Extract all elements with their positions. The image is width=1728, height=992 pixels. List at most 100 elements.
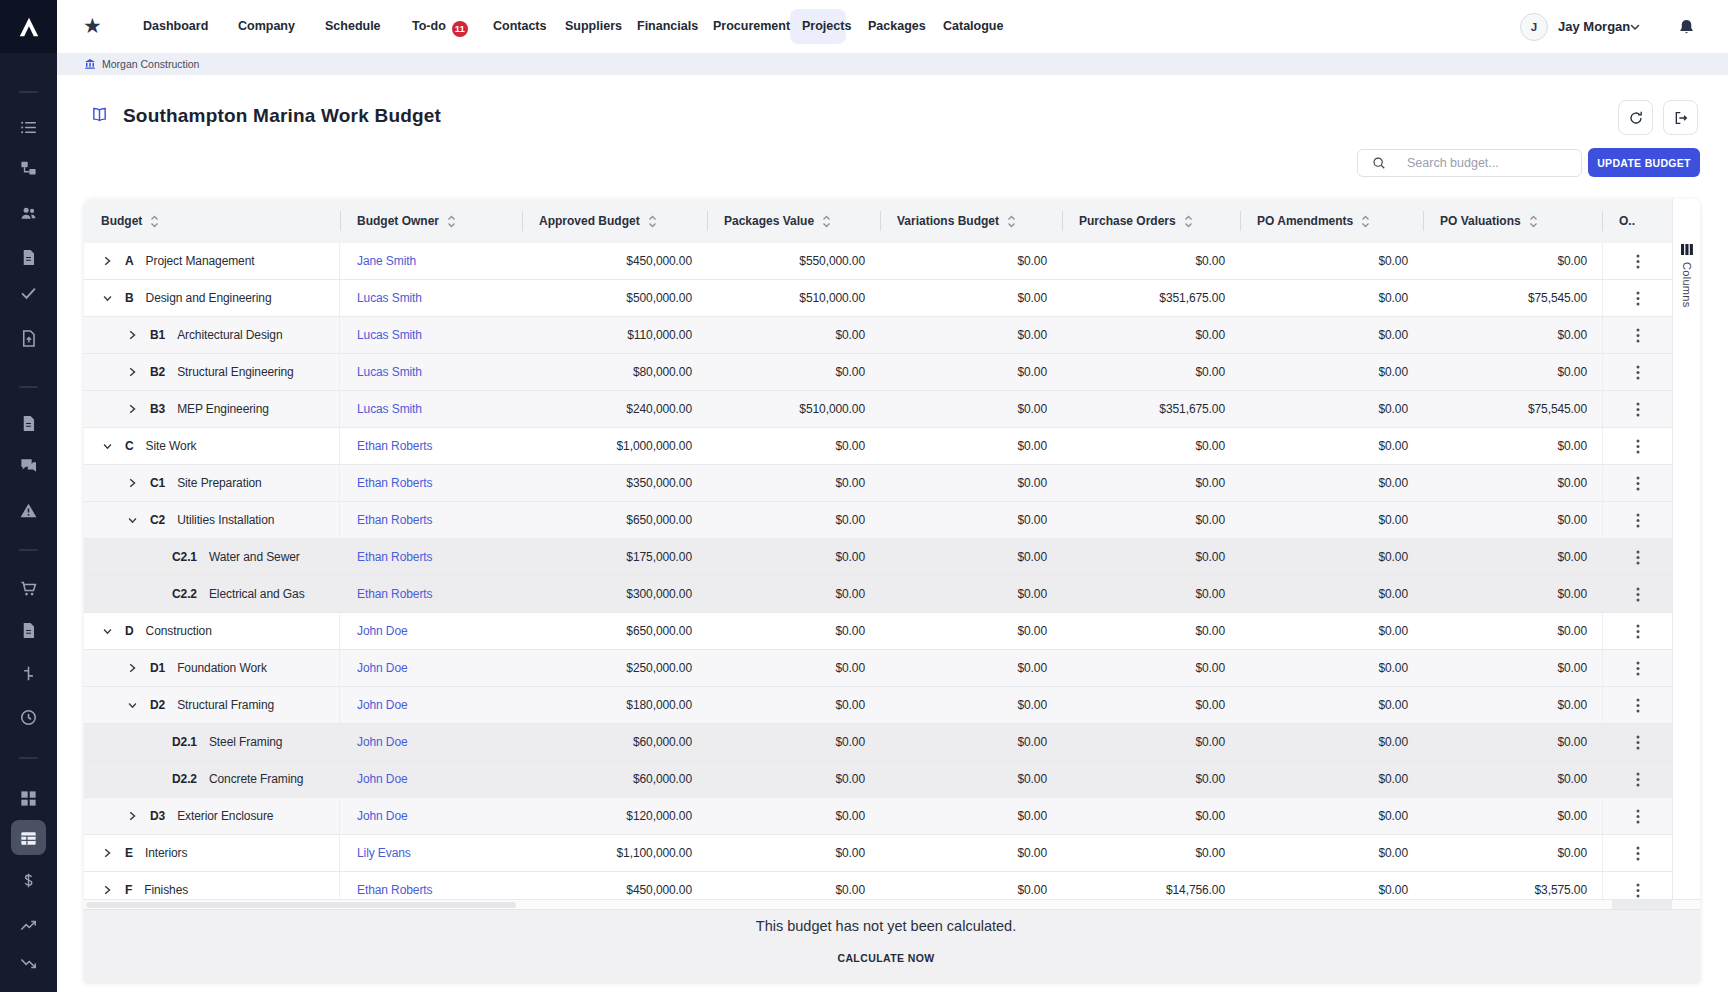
calculate-now-button[interactable]: CALCULATE NOW (837, 952, 934, 964)
sidebar-item-people[interactable] (0, 196, 57, 230)
sidebar-item-file-export[interactable] (0, 321, 57, 355)
owner-link[interactable]: Ethan Roberts (357, 476, 432, 490)
table-row-c2-1[interactable]: C2.1Water and SewerEthan Roberts$175,000… (84, 539, 1672, 576)
chevron-right-icon[interactable] (104, 848, 111, 858)
row-menu-kebab-icon[interactable] (1636, 587, 1640, 602)
nav-item-todo[interactable]: To-do11 (412, 0, 468, 53)
table-row-b[interactable]: BDesign and EngineeringLucas Smith$500,0… (84, 280, 1672, 317)
row-menu-kebab-icon[interactable] (1636, 772, 1640, 787)
table-row-d2-1[interactable]: D2.1Steel FramingJohn Doe$60,000.00$0.00… (84, 724, 1672, 761)
table-row-d2[interactable]: D2Structural FramingJohn Doe$180,000.00$… (84, 687, 1672, 724)
sidebar-item-dollar[interactable] (0, 863, 57, 897)
sidebar-item-document[interactable] (0, 240, 57, 274)
table-row-d3[interactable]: D3Exterior EnclosureJohn Doe$120,000.00$… (84, 798, 1672, 835)
update-budget-button[interactable]: UPDATE BUDGET (1588, 148, 1700, 177)
nav-item-company[interactable]: Company (238, 0, 295, 53)
sidebar-item-check[interactable] (0, 276, 57, 310)
table-row-e[interactable]: EInteriorsLily Evans$1,100,000.00$0.00$0… (84, 835, 1672, 872)
sidebar-item-dashboard-grid[interactable] (0, 781, 57, 815)
sidebar-item-cart[interactable] (0, 571, 57, 605)
sort-icon[interactable] (1184, 215, 1193, 228)
row-menu-kebab-icon[interactable] (1636, 439, 1640, 454)
row-menu-kebab-icon[interactable] (1636, 365, 1640, 380)
chevron-right-icon[interactable] (129, 663, 136, 673)
table-row-a[interactable]: AProject ManagementJane Smith$450,000.00… (84, 243, 1672, 280)
export-button[interactable] (1663, 100, 1698, 135)
sidebar-item-trend-down[interactable] (0, 946, 57, 980)
notifications-bell-icon[interactable] (1677, 17, 1696, 37)
owner-link[interactable]: John Doe (357, 735, 408, 749)
row-menu-kebab-icon[interactable] (1636, 698, 1640, 713)
sort-icon[interactable] (1529, 215, 1538, 228)
search-input[interactable]: Search budget... (1357, 149, 1582, 177)
column-header-po-valuations[interactable]: PO Valuations (1423, 199, 1602, 243)
breadcrumb-company[interactable]: Morgan Construction (102, 58, 199, 70)
column-header-packages-value[interactable]: Packages Value (707, 199, 880, 243)
nav-item-contacts[interactable]: Contacts (493, 0, 546, 53)
sidebar-item-budget-table[interactable] (0, 821, 57, 855)
column-header-budget[interactable]: Budget (84, 199, 340, 243)
table-row-f[interactable]: FFinishesEthan Roberts$450,000.00$0.00$0… (84, 872, 1672, 899)
chevron-right-icon[interactable] (129, 811, 136, 821)
chevron-down-icon[interactable] (128, 702, 137, 709)
table-row-d1[interactable]: D1Foundation WorkJohn Doe$250,000.00$0.0… (84, 650, 1672, 687)
avatar[interactable]: J (1520, 13, 1548, 41)
sort-icon[interactable] (150, 215, 159, 228)
table-row-c[interactable]: CSite WorkEthan Roberts$1,000,000.00$0.0… (84, 428, 1672, 465)
row-menu-kebab-icon[interactable] (1636, 809, 1640, 824)
app-logo-icon[interactable] (0, 0, 57, 53)
nav-item-packages[interactable]: Packages (868, 0, 926, 53)
row-menu-kebab-icon[interactable] (1636, 661, 1640, 676)
row-menu-kebab-icon[interactable] (1636, 550, 1640, 565)
scrollbar-thumb[interactable] (86, 902, 516, 908)
row-menu-kebab-icon[interactable] (1636, 476, 1640, 491)
owner-link[interactable]: John Doe (357, 809, 408, 823)
column-header-budget-owner[interactable]: Budget Owner (340, 199, 522, 243)
owner-link[interactable]: John Doe (357, 624, 408, 638)
column-header-purchase-orders[interactable]: Purchase Orders (1062, 199, 1240, 243)
owner-link[interactable]: Ethan Roberts (357, 550, 432, 564)
row-menu-kebab-icon[interactable] (1636, 328, 1640, 343)
chevron-right-icon[interactable] (104, 256, 111, 266)
sort-icon[interactable] (1007, 215, 1016, 228)
row-menu-kebab-icon[interactable] (1636, 254, 1640, 269)
sidebar-item-route[interactable] (0, 656, 57, 690)
owner-link[interactable]: Lucas Smith (357, 328, 422, 342)
sort-icon[interactable] (1361, 215, 1370, 228)
column-header-approved-budget[interactable]: Approved Budget (522, 199, 707, 243)
chevron-down-icon[interactable] (103, 443, 112, 450)
row-menu-kebab-icon[interactable] (1636, 513, 1640, 528)
owner-link[interactable]: Ethan Roberts (357, 513, 432, 527)
column-header-variations-budget[interactable]: Variations Budget (880, 199, 1062, 243)
sidebar-item-document2[interactable] (0, 406, 57, 440)
table-row-c2-2[interactable]: C2.2Electrical and GasEthan Roberts$300,… (84, 576, 1672, 613)
chevron-down-icon[interactable] (128, 517, 137, 524)
owner-link[interactable]: Ethan Roberts (357, 587, 432, 601)
table-row-c1[interactable]: C1Site PreparationEthan Roberts$350,000.… (84, 465, 1672, 502)
sidebar-item-warning[interactable] (0, 493, 57, 527)
chevron-right-icon[interactable] (129, 478, 136, 488)
sidebar-item-chat[interactable] (0, 448, 57, 482)
refresh-button[interactable] (1618, 100, 1653, 135)
owner-link[interactable]: John Doe (357, 698, 408, 712)
column-header-po-amendments[interactable]: PO Amendments (1240, 199, 1423, 243)
table-row-b1[interactable]: B1Architectural DesignLucas Smith$110,00… (84, 317, 1672, 354)
chevron-down-icon[interactable] (103, 628, 112, 635)
row-menu-kebab-icon[interactable] (1636, 883, 1640, 898)
column-header-o-[interactable]: O.. (1602, 199, 1672, 243)
nav-item-schedule[interactable]: Schedule (325, 0, 381, 53)
table-row-b3[interactable]: B3MEP EngineeringLucas Smith$240,000.00$… (84, 391, 1672, 428)
chevron-down-icon[interactable] (1630, 24, 1640, 31)
chevron-down-icon[interactable] (103, 295, 112, 302)
nav-item-suppliers[interactable]: Suppliers (565, 0, 622, 53)
owner-link[interactable]: John Doe (357, 661, 408, 675)
owner-link[interactable]: Ethan Roberts (357, 439, 432, 453)
sort-icon[interactable] (648, 215, 657, 228)
owner-link[interactable]: Lucas Smith (357, 291, 422, 305)
chevron-right-icon[interactable] (129, 367, 136, 377)
row-menu-kebab-icon[interactable] (1636, 735, 1640, 750)
owner-link[interactable]: Jane Smith (357, 254, 416, 268)
owner-link[interactable]: Lily Evans (357, 846, 411, 860)
chevron-right-icon[interactable] (104, 885, 111, 895)
sidebar-item-clock[interactable] (0, 700, 57, 734)
